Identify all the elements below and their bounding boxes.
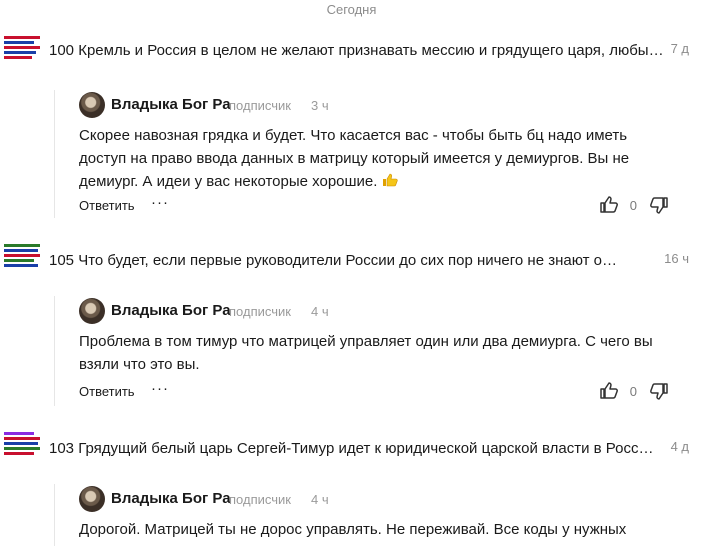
- comment-line: Дорогой. Матрицей ты не дорос управлять.…: [79, 521, 627, 538]
- post-link[interactable]: 100 Кремль и Россия в целом не желают пр…: [49, 40, 664, 62]
- post-number: 100: [49, 42, 75, 59]
- reply-block: Владыка Бог Ра подписчик 4 ч Дорогой. Ма…: [54, 484, 675, 546]
- reply-block: Владыка Бог Ра подписчик 4 ч Проблема в …: [54, 296, 675, 406]
- subscriber-badge: подписчик: [229, 98, 291, 113]
- like-icon[interactable]: [599, 195, 619, 215]
- post-thumbnail[interactable]: [4, 242, 42, 276]
- post-age: 16 ч: [664, 251, 689, 266]
- comment-age: 4 ч: [311, 304, 329, 319]
- post-title: Кремль и Россия в целом не желают призна…: [78, 42, 664, 59]
- subscriber-badge: подписчик: [229, 492, 291, 507]
- comment-age: 3 ч: [311, 98, 329, 113]
- post-title: Что будет, если первые руководители Росс…: [78, 252, 618, 269]
- comment-actions: Ответить ··· 0: [79, 380, 675, 404]
- post-age: 4 д: [670, 439, 689, 454]
- comment-text: Дорогой. Матрицей ты не дорос управлять.…: [79, 518, 659, 541]
- comment-line: Проблема в том тимур что матрицей управл…: [79, 333, 653, 350]
- comment-line: взяли что это вы.: [79, 356, 200, 373]
- more-options-button[interactable]: ···: [151, 194, 169, 211]
- dislike-icon[interactable]: [649, 195, 669, 215]
- reply-block: Владыка Бог Ра подписчик 3 ч Скорее наво…: [54, 90, 675, 218]
- avatar[interactable]: [79, 486, 105, 512]
- comment-line: Скорее навозная грядка и будет. Что каса…: [79, 127, 628, 144]
- post-number: 103: [49, 440, 75, 457]
- date-separator: Сегодня: [326, 2, 377, 17]
- like-count: 0: [629, 198, 637, 213]
- post-thumbnail[interactable]: [4, 430, 42, 464]
- author-name[interactable]: Владыка Бог Ра: [111, 96, 231, 113]
- comment-line-text: демиург. А идеи у вас некоторые хорошие.: [79, 173, 378, 190]
- thumbs-up-emoji-icon: [382, 173, 398, 187]
- comment-age: 4 ч: [311, 492, 329, 507]
- comment-text: Проблема в том тимур что матрицей управл…: [79, 330, 659, 376]
- dislike-icon[interactable]: [649, 381, 669, 401]
- comment-line: демиург. А идеи у вас некоторые хорошие.: [79, 170, 659, 193]
- author-name[interactable]: Владыка Бог Ра: [111, 302, 231, 319]
- post-title: Грядущий белый царь Сергей-Тимур идет к …: [78, 440, 659, 457]
- post-thumbnail[interactable]: [4, 34, 42, 68]
- post-link[interactable]: 105 Что будет, если первые руководители …: [49, 250, 619, 272]
- post-number: 105: [49, 252, 75, 269]
- like-icon[interactable]: [599, 381, 619, 401]
- comment-line: доступ на право ввода данных в матрицу к…: [79, 150, 630, 167]
- subscriber-badge: подписчик: [229, 304, 291, 319]
- post-age: 7 д: [670, 41, 689, 56]
- more-options-button[interactable]: ···: [151, 380, 169, 397]
- post-link[interactable]: 103 Грядущий белый царь Сергей-Тимур иде…: [49, 438, 659, 460]
- comment-text: Скорее навозная грядка и будет. Что каса…: [79, 124, 659, 193]
- avatar[interactable]: [79, 92, 105, 118]
- comment-actions: Ответить ··· 0: [79, 194, 675, 218]
- avatar[interactable]: [79, 298, 105, 324]
- reply-button[interactable]: Ответить: [79, 198, 135, 213]
- like-count: 0: [629, 384, 637, 399]
- author-name[interactable]: Владыка Бог Ра: [111, 490, 231, 507]
- reply-button[interactable]: Ответить: [79, 384, 135, 399]
